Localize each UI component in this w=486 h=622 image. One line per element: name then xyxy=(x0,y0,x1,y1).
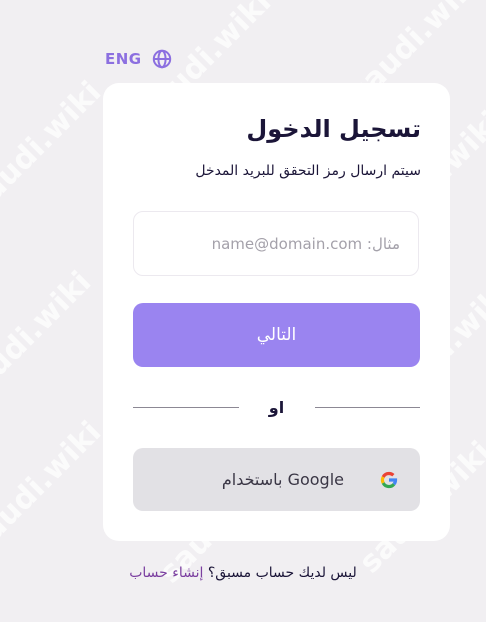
create-account-link[interactable]: إنشاء حساب xyxy=(129,565,203,581)
signup-prompt: ليس لديك حساب مسبق؟ xyxy=(207,565,357,581)
divider-text: او xyxy=(268,397,285,417)
watermark: saudi.wiki xyxy=(0,414,109,561)
watermark: saudi.wiki xyxy=(0,74,109,221)
signup-prompt-row: ليس لديك حساب مسبق؟ إنشاء حساب xyxy=(0,565,486,581)
google-signin-button[interactable]: باستخدام Google xyxy=(133,448,420,511)
page-subtitle: سيتم ارسال رمز التحقق للبريد المدخل xyxy=(195,163,421,179)
page-title: تسجيل الدخول xyxy=(246,115,421,143)
google-icon xyxy=(378,469,400,491)
login-page: { "language": { "label": "ENG", "icon": … xyxy=(0,0,486,622)
language-switcher[interactable]: ENG xyxy=(105,49,172,69)
or-divider: او xyxy=(133,395,420,419)
google-button-label: باستخدام Google xyxy=(221,470,344,489)
next-button[interactable]: التالي xyxy=(133,303,420,367)
globe-icon xyxy=(152,49,172,69)
login-card: تسجيل الدخول سيتم ارسال رمز التحقق للبري… xyxy=(103,83,450,541)
divider-line xyxy=(314,406,420,408)
watermark: saudi.wiki xyxy=(0,264,99,411)
email-field[interactable] xyxy=(133,211,419,276)
divider-line xyxy=(133,406,239,408)
language-label: ENG xyxy=(105,50,142,68)
